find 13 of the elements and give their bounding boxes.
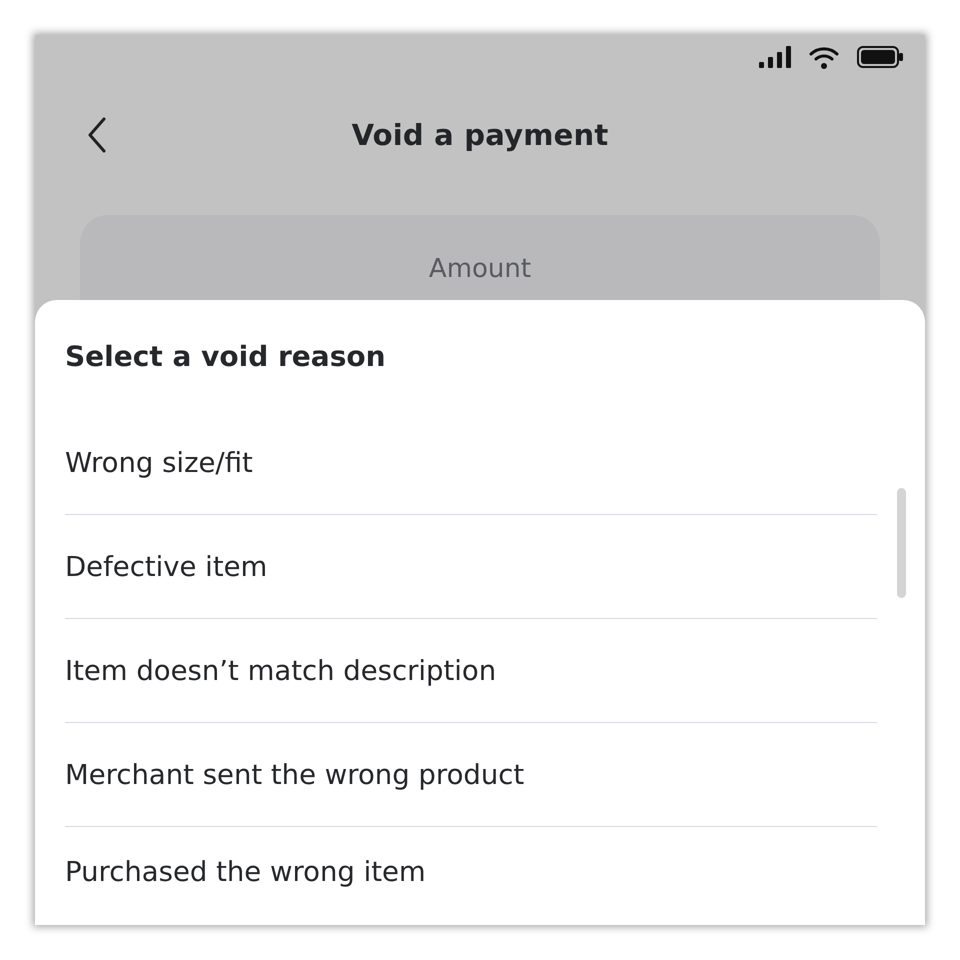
scrollbar-thumb[interactable]	[897, 488, 906, 598]
wifi-icon	[809, 46, 839, 68]
amount-label: Amount	[428, 253, 532, 285]
signal-icon	[759, 46, 791, 68]
sheet-title: Select a void reason	[65, 339, 387, 375]
reason-option[interactable]: Merchant sent the wrong product	[65, 723, 877, 827]
reason-option[interactable]: Defective item	[65, 515, 877, 619]
back-icon[interactable]	[87, 117, 107, 153]
page-title: Void a payment	[352, 118, 608, 152]
reason-option[interactable]: Wrong size/fit	[65, 411, 877, 515]
reason-option[interactable]: Purchased the wrong item	[65, 827, 877, 925]
reason-option[interactable]: Item doesn’t match description	[65, 619, 877, 723]
battery-icon	[857, 46, 903, 68]
